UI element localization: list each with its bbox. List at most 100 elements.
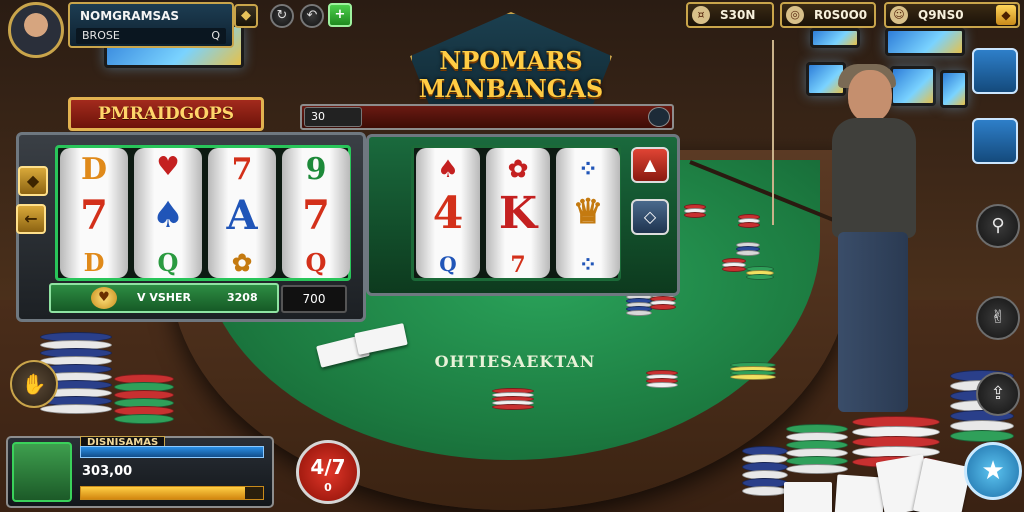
reel-symbol: 7: [302, 192, 330, 239]
reel-symbol: K: [498, 188, 538, 239]
avatar-icon: ☺: [890, 6, 908, 24]
player-card[interactable]: NOMGRAMSAS BROSE Q: [4, 0, 236, 58]
reel-symbol: A: [226, 192, 258, 239]
slot-left-header: PMRAIDGOPS: [68, 97, 264, 131]
chip-stack: [492, 388, 534, 410]
header-end-icon[interactable]: [648, 107, 670, 127]
player-mascot-avatar[interactable]: [12, 442, 72, 502]
slot-panel-left: D 7 D ♥ ♠ Q 7 A ✿ 9 7 Q ♥ V VSHER 3208 7…: [16, 132, 366, 322]
chip-icon: ◎: [786, 6, 804, 24]
wall-screen: [885, 28, 965, 56]
reel-symbol: 7: [231, 152, 253, 187]
star-icon[interactable]: ★: [964, 442, 1022, 500]
chip-stack: [730, 362, 776, 380]
level-up-icon[interactable]: ◆: [18, 166, 48, 196]
reel-symbol: 4: [432, 188, 464, 239]
arrow-left-icon[interactable]: ←: [16, 204, 46, 234]
back-icon[interactable]: ↶: [300, 4, 324, 28]
progress-value: 303,00: [82, 464, 133, 479]
reel-symbol: ✿: [507, 154, 529, 183]
dealer-torso: [832, 118, 916, 238]
reel: ✿ K 7: [486, 148, 550, 278]
side-avatar-tile[interactable]: [972, 48, 1018, 94]
total-display: 700: [281, 285, 347, 313]
reel-symbol: Q: [305, 248, 327, 277]
slot-machine-screen: [940, 70, 968, 108]
currency-value: Q9NS0: [918, 8, 964, 22]
experience-bar: [80, 446, 264, 458]
diamond-icon[interactable]: ◇: [631, 199, 669, 235]
refresh-icon[interactable]: ↻: [270, 4, 294, 28]
chip-stack: [736, 242, 760, 256]
chip-stack: [684, 204, 706, 218]
diamond-icon[interactable]: ◆: [234, 4, 258, 28]
progress-bar-fill: [81, 487, 245, 499]
dealer-legs: [838, 232, 908, 412]
chip-stack: [738, 214, 760, 228]
header-value: 30: [304, 107, 362, 127]
plus-icon[interactable]: +: [328, 3, 352, 27]
player-name-box: NOMGRAMSAS BROSE Q: [68, 2, 234, 48]
spin-counter-sub: 0: [324, 481, 332, 494]
dealer-head: [848, 70, 892, 122]
upload-icon[interactable]: ⇪: [976, 372, 1020, 416]
slot-right-header: 30: [300, 104, 674, 130]
chip-stack: [626, 294, 652, 316]
side-avatar-tile[interactable]: [972, 118, 1018, 164]
playing-card: [784, 482, 832, 512]
hand-icon[interactable]: ✋: [10, 360, 58, 408]
player-name: NOMGRAMSAS: [80, 9, 180, 23]
currency-bar-coins[interactable]: ¤ S30N: [686, 2, 774, 28]
spin-counter-value: 4/7: [310, 455, 346, 479]
playing-card: [912, 457, 972, 512]
reel: 7 A ✿: [208, 148, 276, 278]
heart-coin-icon: ♥: [91, 287, 117, 309]
reel-symbol: D: [83, 248, 105, 277]
player-sub-label: BROSE: [82, 29, 120, 42]
playing-card: [834, 474, 886, 512]
slot-panel-right: ♠ 4 Q ✿ K 7 ⁘ ♛ ⁘ ▲ ◇: [366, 134, 680, 296]
reel-symbol: ⁘: [577, 154, 599, 183]
reel-symbol: ♠: [151, 194, 185, 236]
table-felt-text: OHTIESAEKTAN: [434, 352, 596, 371]
reel-symbol: D: [80, 152, 107, 187]
spin-counter-button[interactable]: 4/7 0: [296, 440, 360, 504]
gesture-icon[interactable]: ✌: [976, 296, 1020, 340]
currency-value: R0S0O0: [814, 8, 868, 22]
chip-stack: [114, 374, 174, 424]
reel-symbol: 7: [80, 192, 108, 239]
coin-icon: ¤: [692, 6, 710, 24]
chip-stack: [746, 266, 774, 280]
search-icon[interactable]: ⚲: [976, 204, 1020, 248]
reel: ♠ 4 Q: [416, 148, 480, 278]
chip-stack: [786, 424, 848, 474]
logo-title-line1: NPOMARS: [439, 46, 583, 75]
bet-label: V VSHER: [137, 291, 191, 304]
reel-symbol: ♛: [572, 192, 604, 232]
currency-bar-gems[interactable]: ☺ Q9NS0 ◆: [884, 2, 1020, 28]
player-sub-value: Q: [211, 29, 220, 42]
pool-cue: [772, 40, 774, 225]
reel: 9 7 Q: [282, 148, 350, 278]
reel-symbol: Q: [439, 252, 457, 276]
reel-symbol: ♥: [156, 152, 180, 182]
warning-icon[interactable]: ▲: [631, 147, 669, 183]
currency-value: S30N: [720, 8, 756, 22]
logo-title-line2: MANBANGAS: [418, 74, 604, 103]
dealer-figure: [818, 60, 928, 420]
chip-stack: [742, 446, 788, 496]
wall-screen: [810, 28, 860, 48]
bet-value: 3208: [227, 291, 258, 304]
reel: ♥ ♠ Q: [134, 148, 202, 278]
chip-stack: [722, 258, 746, 272]
player-progress-panel: DISNISAMAS 303,00: [6, 436, 274, 508]
player-sub-row: BROSE Q: [76, 28, 226, 44]
currency-bar-chips[interactable]: ◎ R0S0O0: [780, 2, 876, 28]
reel-symbol: 7: [510, 252, 526, 278]
add-currency-button[interactable]: ◆: [996, 5, 1016, 25]
reel: ⁘ ♛ ⁘: [556, 148, 620, 278]
reel-symbol: ✿: [231, 248, 253, 277]
bet-bar[interactable]: ♥ V VSHER 3208: [49, 283, 279, 313]
chip-stack: [646, 370, 678, 388]
player-avatar[interactable]: [8, 2, 64, 58]
